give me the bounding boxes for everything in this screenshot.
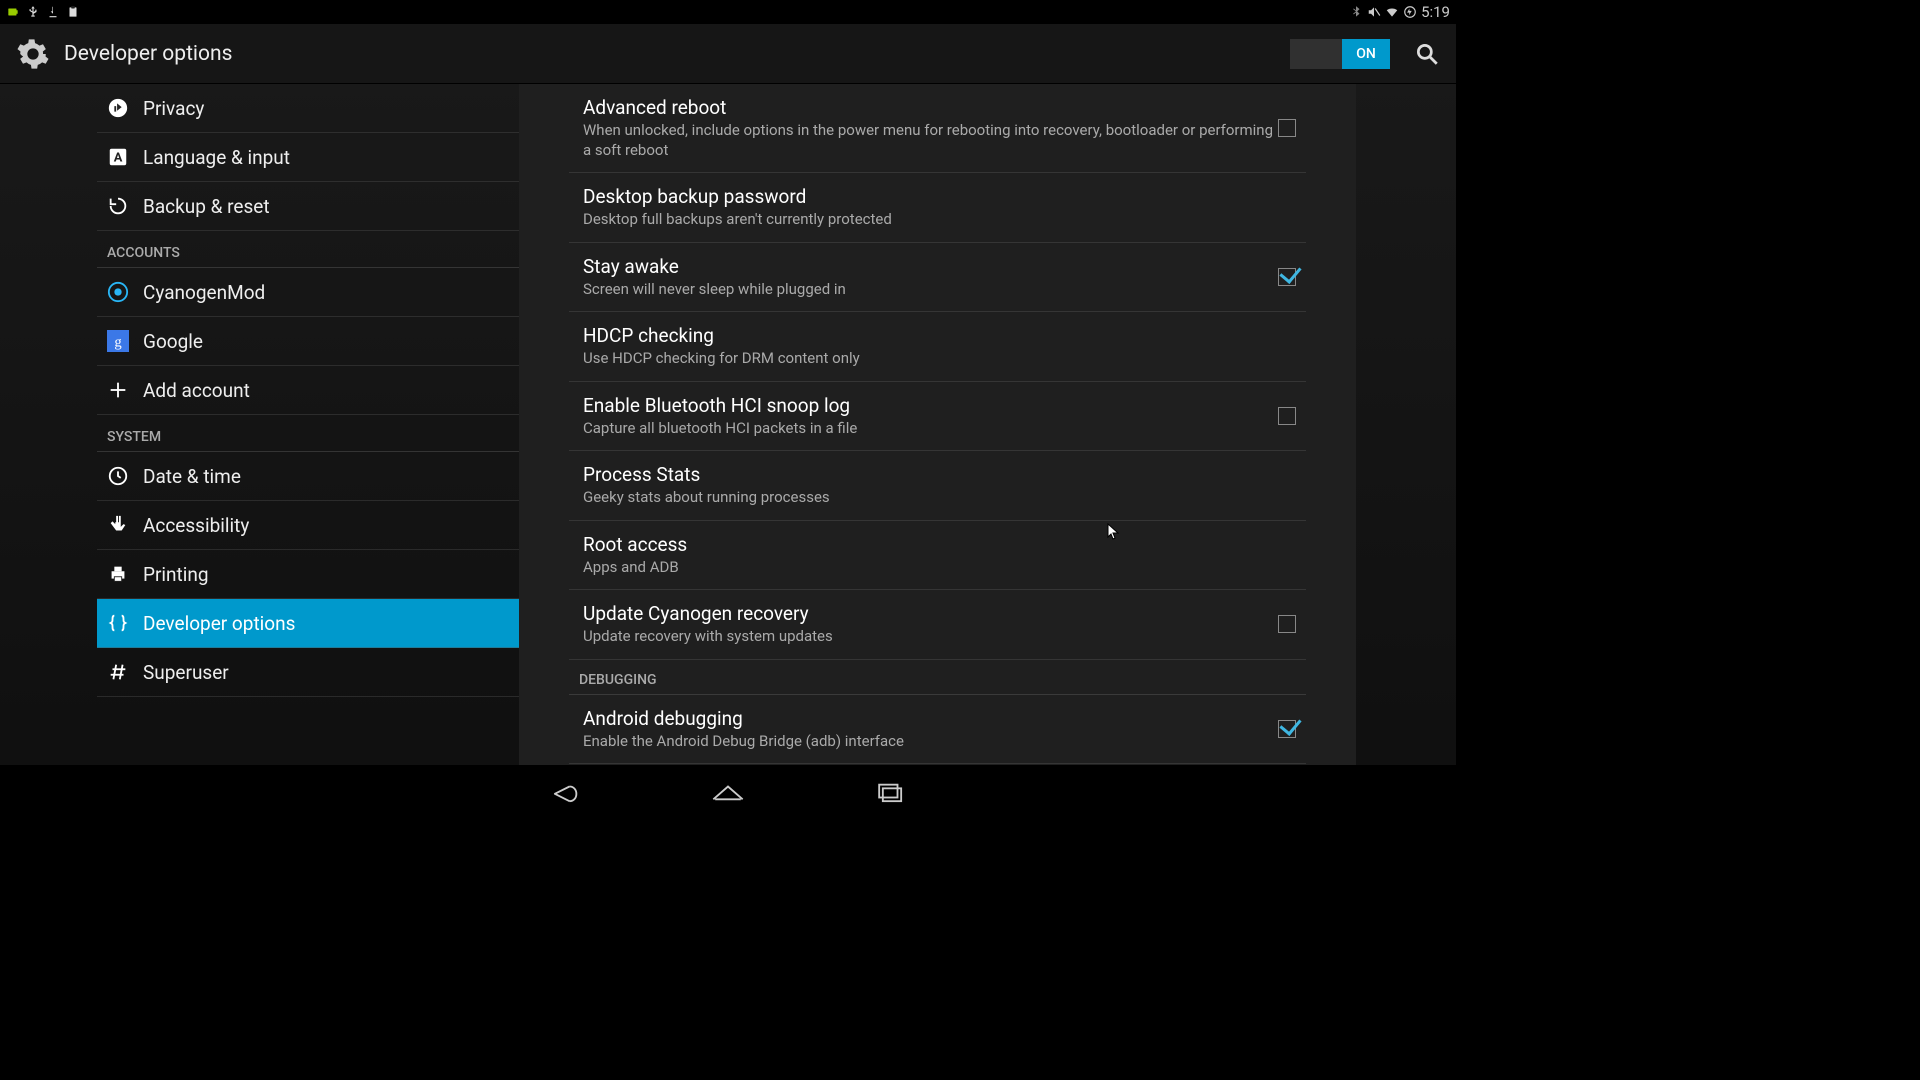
plus-icon	[107, 379, 129, 401]
pref-sub: Capture all bluetooth HCI packets in a f…	[583, 419, 1278, 439]
pref-update-recovery[interactable]: Update Cyanogen recovery Update recovery…	[569, 590, 1306, 660]
action-bar: Developer options ON	[0, 24, 1456, 84]
sidebar-header-system: SYSTEM	[97, 415, 519, 452]
sidebar-item-label: CyanogenMod	[143, 281, 265, 304]
pref-bt-hci-snoop[interactable]: Enable Bluetooth HCI snoop log Capture a…	[569, 382, 1306, 452]
pref-title: Enable Bluetooth HCI snoop log	[583, 394, 1278, 417]
pref-title: Stay awake	[583, 255, 1278, 278]
pref-title: Process Stats	[583, 463, 1296, 486]
sidebar-item-label: Superuser	[143, 661, 229, 684]
pref-title: HDCP checking	[583, 324, 1296, 347]
pref-sub: Enable the Android Debug Bridge (adb) in…	[583, 732, 1278, 752]
page-title: Developer options	[64, 42, 1290, 66]
settings-sidebar: Privacy A Language & input Backup & rese…	[0, 84, 519, 765]
checkbox[interactable]	[1278, 268, 1296, 286]
braces-icon	[107, 612, 129, 634]
toggle-on-label: ON	[1342, 39, 1390, 69]
google-icon: g	[107, 330, 129, 352]
backup-icon	[107, 195, 129, 217]
sidebar-item-language[interactable]: A Language & input	[97, 133, 519, 182]
status-icon-wifi	[1385, 5, 1399, 19]
pref-hdcp-checking[interactable]: HDCP checking Use HDCP checking for DRM …	[569, 312, 1306, 382]
pref-sub: When unlocked, include options in the po…	[583, 121, 1278, 160]
sidebar-item-superuser[interactable]: Superuser	[97, 648, 519, 697]
pref-process-stats[interactable]: Process Stats Geeky stats about running …	[569, 451, 1306, 521]
sidebar-item-label: Date & time	[143, 465, 241, 488]
status-icon-power	[1403, 5, 1417, 19]
pref-advanced-reboot[interactable]: Advanced reboot When unlocked, include o…	[569, 84, 1306, 173]
sidebar-item-label: Google	[143, 330, 203, 353]
pref-root-access[interactable]: Root access Apps and ADB	[569, 521, 1306, 591]
pref-sub: Apps and ADB	[583, 558, 1296, 578]
nav-bar	[0, 765, 1456, 819]
pref-stay-awake[interactable]: Stay awake Screen will never sleep while…	[569, 243, 1306, 313]
sidebar-item-date-time[interactable]: Date & time	[97, 452, 519, 501]
status-icon-mute	[1367, 5, 1381, 19]
status-icon-clipboard	[66, 5, 80, 19]
sidebar-item-label: Add account	[143, 379, 250, 402]
cyanogen-icon	[107, 281, 129, 303]
home-button[interactable]	[706, 777, 750, 807]
svg-text:A: A	[114, 151, 123, 166]
sidebar-item-google[interactable]: g Google	[97, 317, 519, 366]
hand-icon	[107, 514, 129, 536]
sidebar-item-label: Backup & reset	[143, 195, 270, 218]
status-icon-download	[46, 5, 60, 19]
recents-button[interactable]	[870, 777, 914, 807]
pref-desktop-backup-password[interactable]: Desktop backup password Desktop full bac…	[569, 173, 1306, 243]
svg-text:g: g	[114, 335, 122, 351]
clock-icon	[107, 465, 129, 487]
settings-gear-icon	[16, 37, 50, 71]
sidebar-item-label: Accessibility	[143, 514, 249, 537]
pref-sub: Update recovery with system updates	[583, 627, 1278, 647]
pref-title: Root access	[583, 533, 1296, 556]
back-button[interactable]	[542, 777, 586, 807]
pref-title: Update Cyanogen recovery	[583, 602, 1278, 625]
language-icon: A	[107, 146, 129, 168]
pref-sub: Screen will never sleep while plugged in	[583, 280, 1278, 300]
pref-sub: Use HDCP checking for DRM content only	[583, 349, 1296, 369]
hash-icon	[107, 661, 129, 683]
status-icon-usb	[26, 5, 40, 19]
pref-sub: Desktop full backups aren't currently pr…	[583, 210, 1296, 230]
sidebar-item-printing[interactable]: Printing	[97, 550, 519, 599]
sidebar-item-privacy[interactable]: Privacy	[97, 84, 519, 133]
sidebar-item-label: Developer options	[143, 612, 295, 635]
settings-detail-pane: Advanced reboot When unlocked, include o…	[519, 84, 1456, 765]
checkbox[interactable]	[1278, 615, 1296, 633]
sidebar-item-developer-options[interactable]: Developer options	[97, 599, 519, 648]
status-icon-battery	[6, 5, 20, 19]
status-bar: 5:19	[0, 0, 1456, 24]
pref-android-debugging[interactable]: Android debugging Enable the Android Deb…	[569, 695, 1306, 765]
pref-title: Advanced reboot	[583, 96, 1278, 119]
sidebar-item-label: Privacy	[143, 97, 204, 120]
search-icon[interactable]	[1414, 41, 1440, 67]
status-icon-bt	[1349, 5, 1363, 19]
checkbox[interactable]	[1278, 407, 1296, 425]
developer-options-master-toggle[interactable]: ON	[1290, 39, 1390, 69]
sidebar-item-label: Language & input	[143, 146, 290, 169]
status-time: 5:19	[1421, 3, 1450, 21]
sidebar-item-cyanogen[interactable]: CyanogenMod	[97, 268, 519, 317]
sidebar-item-accessibility[interactable]: Accessibility	[97, 501, 519, 550]
section-header-debugging: DEBUGGING	[569, 660, 1306, 695]
sidebar-item-label: Printing	[143, 563, 209, 586]
sidebar-header-accounts: ACCOUNTS	[97, 231, 519, 268]
pref-title: Desktop backup password	[583, 185, 1296, 208]
privacy-icon	[107, 97, 129, 119]
sidebar-item-add-account[interactable]: Add account	[97, 366, 519, 415]
pref-title: Android debugging	[583, 707, 1278, 730]
checkbox[interactable]	[1278, 720, 1296, 738]
checkbox[interactable]	[1278, 119, 1296, 137]
sidebar-item-backup[interactable]: Backup & reset	[97, 182, 519, 231]
print-icon	[107, 563, 129, 585]
pref-sub: Geeky stats about running processes	[583, 488, 1296, 508]
